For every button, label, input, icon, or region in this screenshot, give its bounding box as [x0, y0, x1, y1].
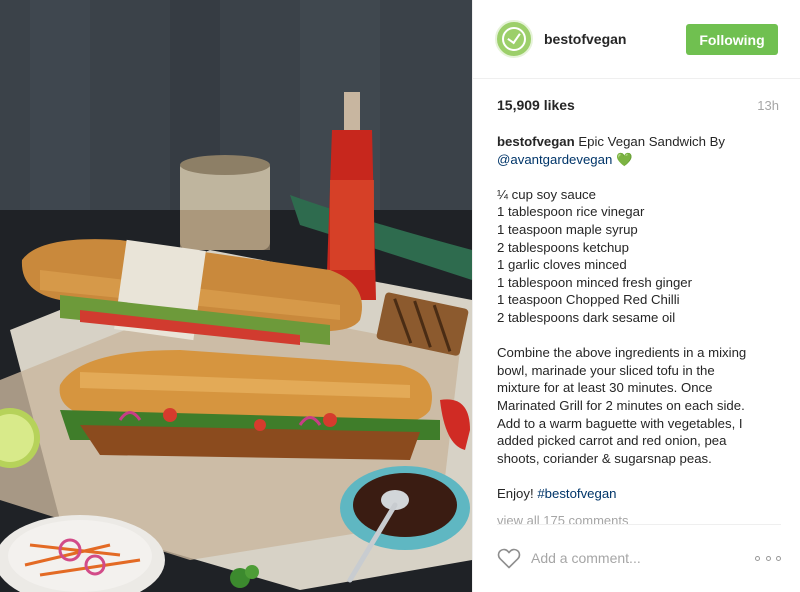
likes-count[interactable]: 15,909 likes: [497, 97, 575, 113]
likes-row: 15,909 likes 13h: [497, 97, 779, 115]
comment-bar: [497, 524, 781, 592]
ingredient-line: 1 teaspoon Chopped Red Chilli: [497, 292, 680, 308]
dot: [765, 555, 771, 561]
ingredient-line: 1 tablespoon minced fresh ginger: [497, 274, 693, 290]
sandwich-photo-illustration: [0, 0, 472, 592]
caption-title-line: bestofvegan Epic Vegan Sandwich By: [497, 133, 781, 151]
instruction-line: added picked carrot and red onion, pea: [497, 433, 727, 449]
leaf-icon: [502, 27, 526, 51]
instruction-line: bowl, marinade your sliced tofu in the: [497, 362, 715, 378]
ingredient-line: 1 teaspoon maple syrup: [497, 221, 638, 237]
post-timestamp[interactable]: 13h: [757, 98, 779, 113]
green-heart-emoji: 💚: [615, 151, 633, 167]
caption-title: Epic Vegan Sandwich By: [578, 134, 725, 149]
caption-mention-line: @avantgardevegan 💚: [497, 151, 781, 169]
heart-outline-icon[interactable]: [497, 547, 521, 569]
ingredient-line: 2 tablespoons dark sesame oil: [497, 309, 676, 325]
ingredient-line: 1 tablespoon rice vinegar: [497, 204, 645, 220]
more-options-icon[interactable]: [755, 549, 781, 567]
caption-hashtag[interactable]: #bestofvegan: [537, 486, 616, 501]
caption-author[interactable]: bestofvegan: [497, 134, 575, 149]
dot: [755, 555, 760, 561]
header-username[interactable]: bestofvegan: [544, 31, 626, 47]
post-caption: bestofvegan Epic Vegan Sandwich By @avan…: [497, 133, 781, 502]
instruction-line: Add to a warm baguette with vegetables, …: [497, 415, 743, 431]
following-button[interactable]: Following: [686, 24, 778, 55]
leaf-logo-avatar[interactable]: [495, 20, 533, 58]
instruction-line: mixture for at least 30 minutes. Once: [497, 380, 713, 396]
instruction-line: shoots, coriander & sugarsnap peas.: [497, 450, 712, 466]
ingredient-line: 1 garlic cloves minced: [497, 257, 627, 273]
ingredient-line: 2 tablespoons ketchup: [497, 239, 629, 255]
instruction-line: Combine the above ingredients in a mixin…: [497, 345, 747, 361]
instagram-post: bestofvegan Following 15,909 likes 13h b…: [0, 0, 800, 592]
ingredient-line: ¼ cup soy sauce: [497, 186, 596, 202]
dot: [776, 555, 781, 561]
caption-closing-line: Enjoy! #bestofvegan: [497, 485, 781, 503]
view-all-comments-link[interactable]: view all 175 comments: [497, 512, 629, 524]
post-header: bestofvegan Following: [473, 0, 800, 79]
post-photo[interactable]: [0, 0, 472, 592]
caption-mention[interactable]: @avantgardevegan: [497, 152, 612, 167]
caption-closing: Enjoy!: [497, 485, 534, 501]
instruction-line: Marinated Grill for 2 minutes on each si…: [497, 397, 745, 413]
add-comment-input[interactable]: [531, 549, 741, 567]
post-side-panel: bestofvegan Following 15,909 likes 13h b…: [472, 0, 800, 592]
